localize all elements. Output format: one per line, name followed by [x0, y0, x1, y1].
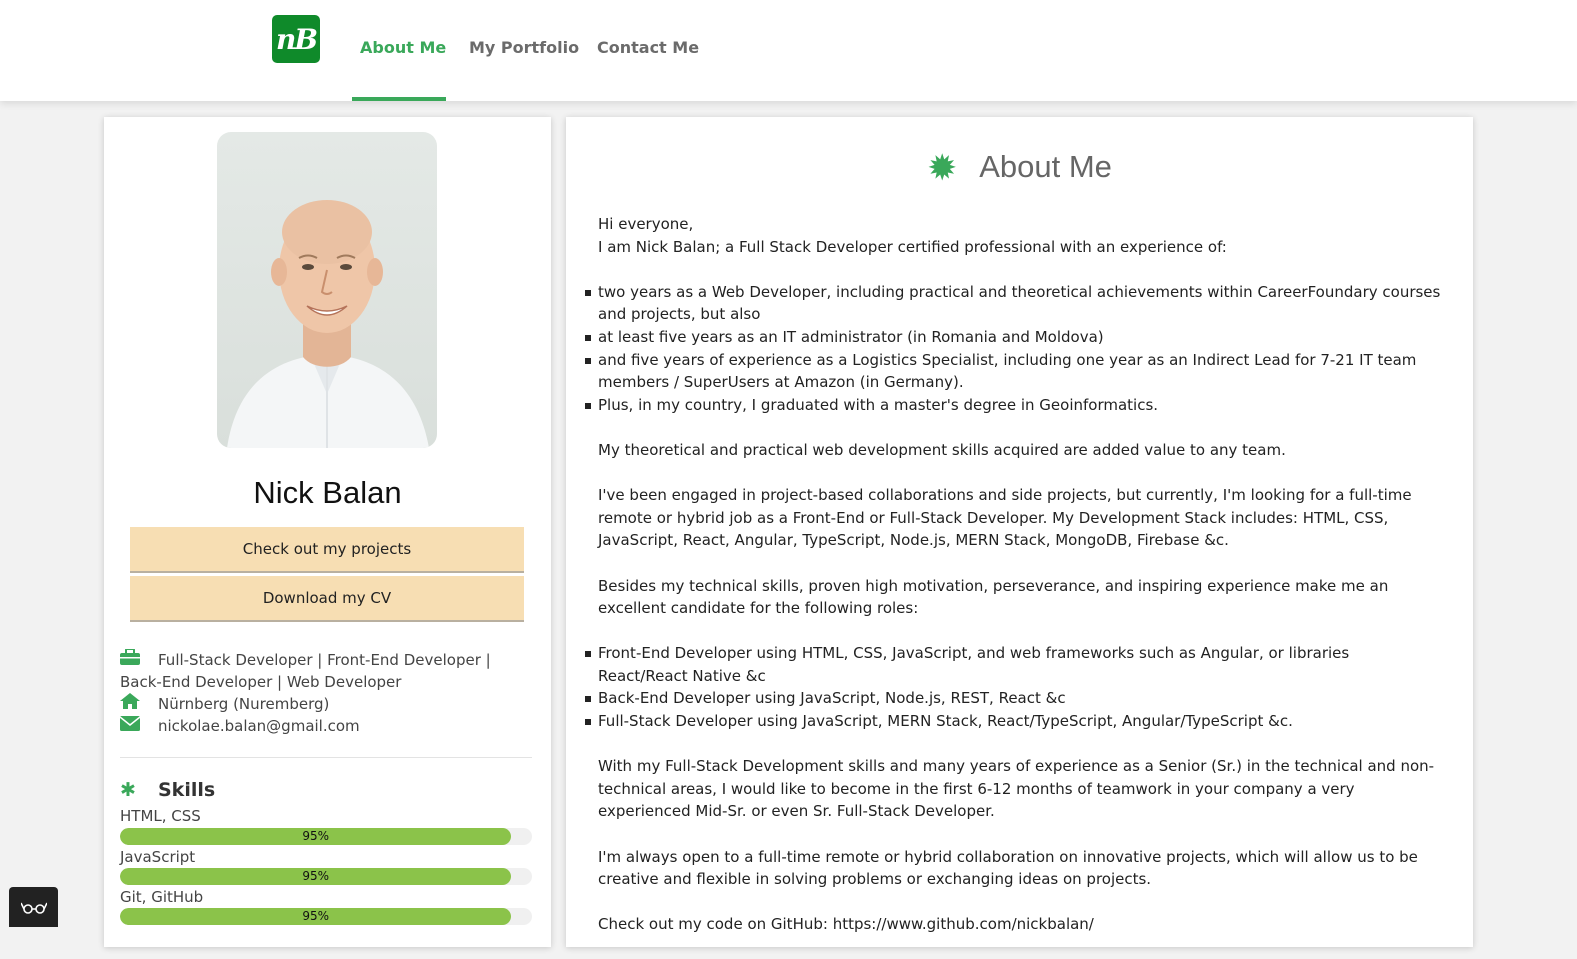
greeting-text: Hi everyone,: [598, 215, 694, 233]
section-divider: [120, 757, 532, 758]
list-item: two years as a Web Developer, including …: [585, 281, 1443, 326]
nav-my-portfolio[interactable]: My Portfolio: [469, 38, 579, 101]
location-row: Nürnberg (Nuremberg): [120, 693, 530, 715]
profile-name: Nick Balan: [253, 475, 402, 510]
email-row: nickolae.balan@gmail.com: [119, 715, 530, 737]
github-paragraph[interactable]: Check out my code on GitHub: https://www…: [598, 913, 1443, 936]
nav-about-me[interactable]: About Me: [360, 38, 446, 101]
location-text: Nürnberg (Nuremberg): [158, 695, 330, 713]
role-row: Full-Stack Developer | Front-End Develop…: [120, 648, 530, 693]
skill-progress-bar: 95%: [120, 908, 532, 925]
list-item: Full-Stack Developer using JavaScript, M…: [585, 710, 1443, 733]
skills-heading: ✱ Skills: [120, 779, 216, 801]
site-logo[interactable]: nB: [272, 15, 320, 63]
envelope-icon: [119, 715, 158, 737]
skill-progress-bar: 95%: [120, 868, 532, 885]
skill-progress-fill: 95%: [120, 908, 512, 925]
profile-portrait-illustration: [227, 200, 429, 448]
skill-label: Git, GitHub: [120, 888, 204, 906]
paragraph: Besides my technical skills, proven high…: [598, 576, 1389, 618]
skill-progress-bar: 95%: [120, 828, 532, 845]
roles-list: Front-End Developer using HTML, CSS, Jav…: [585, 642, 1443, 733]
skill-progress-fill: 95%: [120, 828, 512, 845]
about-heading: ✹ About Me: [927, 147, 1112, 188]
check-projects-button[interactable]: Check out my projects: [130, 527, 524, 573]
profile-card: Nick Balan Check out my projects Downloa…: [104, 117, 551, 947]
paragraph: With my Full-Stack Development skills an…: [598, 757, 1435, 821]
list-item: Front-End Developer using HTML, CSS, Jav…: [585, 642, 1443, 687]
top-navbar: nB About Me My Portfolio Contact Me: [0, 0, 1577, 101]
paragraph: I've been engaged in project-based colla…: [598, 486, 1412, 550]
list-item: Plus, in my country, I graduated with a …: [585, 394, 1443, 417]
skill-label: HTML, CSS: [120, 807, 201, 825]
paragraph: I'm always open to a full-time remote or…: [598, 847, 1418, 889]
home-icon: [120, 693, 158, 715]
email-text[interactable]: nickolae.balan@gmail.com: [158, 717, 360, 735]
about-card: ✹ About Me Hi everyone, I am Nick Balan; …: [566, 117, 1473, 947]
list-item: at least five years as an IT administrat…: [585, 326, 1443, 349]
skill-progress-fill: 95%: [120, 868, 512, 885]
briefcase-icon: [120, 648, 158, 671]
role-text: Full-Stack Developer | Front-End Develop…: [120, 651, 491, 691]
nav-contact-me[interactable]: Contact Me: [597, 38, 699, 101]
about-text: Hi everyone, I am Nick Balan; a Full Sta…: [585, 213, 1443, 959]
intro-text: I am Nick Balan; a Full Stack Developer …: [598, 237, 1227, 256]
skill-label: JavaScript: [120, 848, 196, 866]
active-nav-indicator: [352, 97, 446, 101]
asterisk-icon: ✱: [120, 779, 136, 801]
download-cv-button[interactable]: Download my CV: [130, 576, 524, 622]
experience-list: two years as a Web Developer, including …: [585, 281, 1443, 417]
glasses-icon[interactable]: [9, 887, 58, 927]
badge-icon: ✹: [927, 147, 958, 188]
list-item: and five years of experience as a Logist…: [585, 349, 1443, 394]
list-item: Back-End Developer using JavaScript, Nod…: [585, 687, 1443, 710]
paragraph: My theoretical and practical web develop…: [598, 440, 1286, 459]
profile-photo: [217, 132, 437, 448]
